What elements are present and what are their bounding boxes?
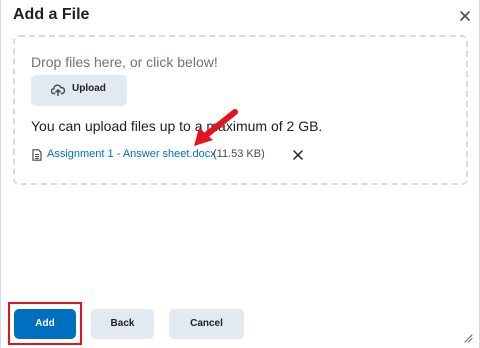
resize-handle-icon[interactable] <box>463 333 473 343</box>
back-button[interactable]: Back <box>91 309 154 339</box>
file-size: (11.53 KB) <box>213 148 265 160</box>
document-icon <box>32 149 42 161</box>
file-name-link[interactable]: Assignment 1 - Answer sheet.docx <box>47 148 216 160</box>
add-file-dialog: Add a File Drop files here, or click bel… <box>0 0 480 348</box>
add-button[interactable]: Add <box>14 309 76 339</box>
file-drop-zone[interactable]: Drop files here, or click below! Upload … <box>13 35 468 185</box>
drop-prompt: Drop files here, or click below! <box>31 54 218 70</box>
close-icon[interactable] <box>458 8 472 24</box>
upload-button[interactable]: Upload <box>31 75 127 106</box>
upload-limit-text: You can upload files up to a maximum of … <box>31 118 323 134</box>
upload-label: Upload <box>72 83 106 94</box>
cloud-upload-icon <box>51 84 65 96</box>
cancel-button[interactable]: Cancel <box>169 309 244 339</box>
dialog-title: Add a File <box>13 6 90 23</box>
remove-file-icon[interactable] <box>292 149 304 161</box>
